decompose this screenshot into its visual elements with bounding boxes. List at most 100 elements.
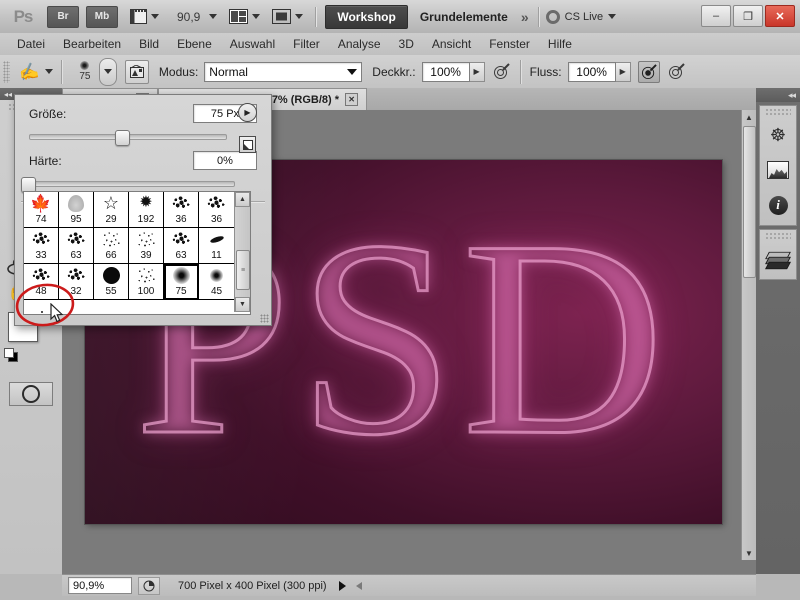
brush-preview-icon	[80, 61, 90, 70]
brush-preset-cell-selected[interactable]: 75	[164, 264, 199, 300]
size-slider[interactable]	[29, 130, 227, 146]
flow-pressure-button[interactable]	[667, 62, 687, 82]
brush-preset-cell[interactable]: 11	[199, 228, 234, 264]
brush-preset-grid-wrapper[interactable]: 🍁 74 95 ☆ 29 ✹ 192 36 36 33 63 66 39 63 …	[23, 191, 251, 315]
menu-datei[interactable]: Datei	[8, 33, 54, 55]
titlebar-zoom-value[interactable]: 90,9	[177, 10, 200, 24]
brush-preset-cell[interactable]: 36	[164, 192, 199, 228]
brush-preset-cell[interactable]: 45	[199, 264, 234, 300]
menu-bearbeiten[interactable]: Bearbeiten	[54, 33, 130, 55]
brush-preset-cell[interactable]: 63	[59, 228, 94, 264]
navigator-panel-button[interactable]: ☸	[761, 119, 795, 151]
workspace-more-chevron-icon[interactable]: »	[521, 9, 529, 25]
menu-ebene[interactable]: Ebene	[168, 33, 221, 55]
brush-preset-cell[interactable]: 48	[24, 264, 59, 300]
menu-auswahl[interactable]: Auswahl	[221, 33, 284, 55]
navigator-panel-icon: ☸	[769, 124, 787, 145]
brush-grid-scroll-thumb[interactable]: ≡	[236, 250, 250, 290]
restore-button[interactable]: ❐	[733, 5, 763, 27]
brush-preset-dropdown[interactable]	[98, 57, 117, 86]
popup-side-buttons: ▶	[233, 103, 265, 153]
close-button[interactable]: ✕	[765, 5, 795, 27]
brush-preset-cell[interactable]: ☆ 29	[94, 192, 129, 228]
opacity-value: 100%	[430, 64, 461, 79]
new-preset-button[interactable]	[239, 136, 256, 153]
arrange-documents-menu[interactable]	[229, 9, 261, 24]
panel-menu-button[interactable]: ▶	[238, 103, 257, 122]
bridge-button[interactable]: Br	[47, 5, 79, 28]
workspace-tab-grundelemente[interactable]: Grundelemente	[420, 10, 508, 24]
active-tool-brush[interactable]: ✍	[18, 62, 53, 82]
brush-thumb-splatter-icon	[59, 228, 93, 250]
scrollbar-thumb[interactable]	[743, 126, 756, 278]
hardness-slider[interactable]	[21, 177, 235, 193]
brush-thumb-spray-icon	[129, 264, 163, 286]
opacity-input[interactable]: 100%	[421, 61, 470, 82]
view-extras-menu[interactable]	[130, 9, 159, 24]
brush-preset-cell[interactable]: 36	[199, 192, 234, 228]
titlebar-zoom-chevron-down-icon[interactable]	[209, 14, 218, 19]
dock-collapse-button[interactable]: ◂◂	[756, 88, 800, 102]
layers-panel-button[interactable]	[761, 243, 795, 275]
cs-live-menu[interactable]: CS Live	[545, 9, 617, 24]
workspace-tab-workshop[interactable]: Workshop	[325, 4, 408, 29]
dock-group-2-grip[interactable]	[765, 232, 791, 240]
menu-fenster[interactable]: Fenster	[480, 33, 539, 55]
brush-preset-cell[interactable]: 100	[129, 264, 164, 300]
toggle-brush-panel-button[interactable]	[124, 59, 149, 84]
dock-group-1: ☸ i	[759, 105, 797, 226]
popup-resize-grip[interactable]	[260, 314, 269, 323]
menu-3d[interactable]: 3D	[390, 33, 423, 55]
expand-status-icon[interactable]	[338, 580, 346, 591]
default-colors-icon[interactable]	[4, 348, 18, 362]
screen-mode-menu[interactable]	[272, 9, 304, 24]
brush-preset-cell[interactable]: 32	[59, 264, 94, 300]
menu-analyse[interactable]: Analyse	[329, 33, 390, 55]
flow-input[interactable]: 100%	[567, 61, 616, 82]
brush-preset-picker[interactable]: 75	[71, 61, 99, 82]
info-panel-button[interactable]: i	[761, 189, 795, 221]
brush-preset-cell[interactable]: 95	[59, 192, 94, 228]
scroll-up-icon[interactable]: ▲	[742, 110, 756, 124]
histogram-panel-button[interactable]	[761, 154, 795, 186]
blend-mode-select[interactable]: Normal	[204, 61, 363, 82]
brush-preset-cell[interactable]: 63	[164, 228, 199, 264]
document-profile-button[interactable]	[138, 576, 160, 595]
size-slider-knob[interactable]	[115, 130, 130, 146]
brush-preset-cell[interactable]: 39	[129, 228, 164, 264]
menu-bild[interactable]: Bild	[130, 33, 168, 55]
mini-bridge-button[interactable]: Mb	[86, 5, 118, 28]
airbrush-toggle-button[interactable]	[637, 60, 660, 83]
brush-size-label: 66	[105, 250, 117, 261]
menu-hilfe[interactable]: Hilfe	[539, 33, 581, 55]
minimize-button[interactable]: –	[701, 5, 731, 27]
tool-preset-chevron-down-icon[interactable]	[44, 69, 53, 74]
brush-size-label: 39	[140, 250, 152, 261]
menu-ansicht[interactable]: Ansicht	[423, 33, 480, 55]
brush-size-label: 192	[137, 214, 155, 225]
quick-mask-button[interactable]	[9, 382, 53, 406]
scroll-down-icon[interactable]: ▼	[235, 297, 250, 312]
brush-preset-cell[interactable]: ✹ 192	[129, 192, 164, 228]
brush-preset-cell[interactable]: 66	[94, 228, 129, 264]
flow-slider-button[interactable]: ▶	[615, 61, 631, 82]
close-icon[interactable]: ✕	[345, 93, 359, 106]
brush-preset-picker-popup[interactable]: ▶ Größe: 75 Px Härte: 0% 🍁 74 95 ☆ 29 ✹ …	[14, 94, 272, 326]
brush-preset-cell[interactable]: 33	[24, 228, 59, 264]
status-zoom-input[interactable]: 90,9%	[68, 577, 132, 594]
document-vertical-scrollbar[interactable]: ▲ ▼	[741, 110, 756, 560]
brush-size-label: 55	[105, 286, 117, 297]
hardness-input[interactable]: 0%	[193, 151, 257, 170]
brush-grid-scrollbar[interactable]: ▲ ≡ ▼	[234, 192, 250, 312]
opacity-pressure-button[interactable]	[492, 62, 512, 82]
menu-filter[interactable]: Filter	[284, 33, 329, 55]
opacity-slider-button[interactable]: ▶	[469, 61, 485, 82]
scroll-up-icon[interactable]: ▲	[235, 192, 250, 207]
options-bar-grip[interactable]	[3, 60, 10, 83]
brush-preset-cell[interactable]: 55	[94, 264, 129, 300]
scroll-down-icon[interactable]: ▼	[742, 546, 756, 560]
brush-preset-cell[interactable]: 🍁 74	[24, 192, 59, 228]
dock-group-1-grip[interactable]	[765, 108, 791, 116]
chevron-down-icon	[295, 14, 304, 19]
brush-size-label: 48	[35, 286, 47, 297]
